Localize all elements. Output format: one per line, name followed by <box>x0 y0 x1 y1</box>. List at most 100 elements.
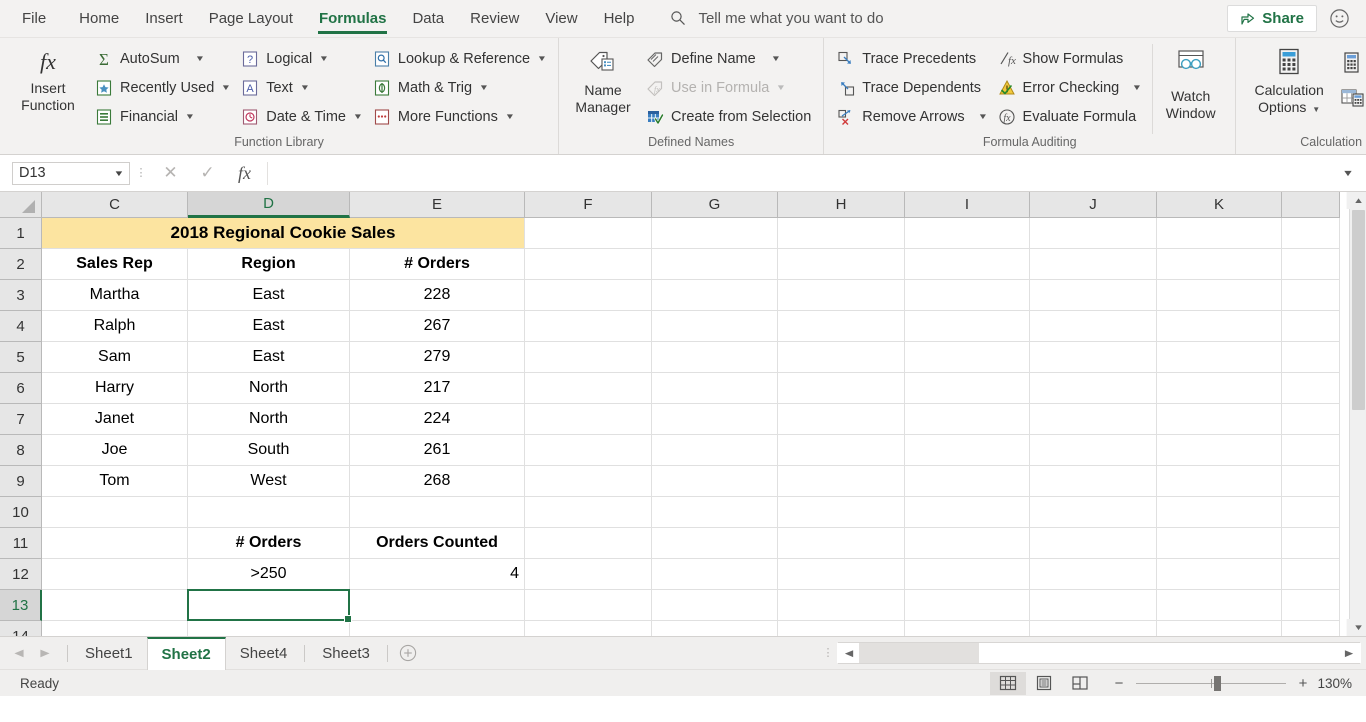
cell-F13[interactable] <box>525 590 652 621</box>
define-name-button[interactable]: Define Name ▼ <box>640 44 816 73</box>
chevron-down-icon[interactable]: ▼ <box>353 112 363 121</box>
cell-E4[interactable]: 267 <box>350 311 525 342</box>
vertical-scrollbar[interactable]: ▲ ▼ <box>1346 192 1366 636</box>
cell-F6[interactable] <box>525 373 652 404</box>
cell-K6[interactable] <box>1157 373 1282 404</box>
cell-I11[interactable] <box>905 528 1030 559</box>
cell-J6[interactable] <box>1030 373 1157 404</box>
table-row[interactable]: # Orders Orders Counted <box>42 528 1366 559</box>
cell-partial9[interactable] <box>1282 466 1340 497</box>
cell-J1[interactable] <box>1030 218 1157 249</box>
cell-E13[interactable] <box>350 590 525 621</box>
horizontal-scroll-thumb[interactable] <box>859 643 979 663</box>
zoom-slider[interactable] <box>1136 675 1286 691</box>
chevron-down-icon[interactable]: ▼ <box>113 169 124 178</box>
cell-C3[interactable]: Martha <box>42 280 188 311</box>
cell-J7[interactable] <box>1030 404 1157 435</box>
table-row[interactable] <box>42 621 1366 636</box>
cell-F11[interactable] <box>525 528 652 559</box>
cell-C4[interactable]: Ralph <box>42 311 188 342</box>
chevron-down-icon[interactable]: ▼ <box>1312 105 1320 114</box>
cell-F3[interactable] <box>525 280 652 311</box>
column-header-D[interactable]: D <box>188 192 350 218</box>
cell-partial14[interactable] <box>1282 621 1340 636</box>
cell-F1[interactable] <box>525 218 652 249</box>
cell-I9[interactable] <box>905 466 1030 497</box>
cell-partial6[interactable] <box>1282 373 1340 404</box>
cell-D14[interactable] <box>188 621 350 636</box>
cell-C14[interactable] <box>42 621 188 636</box>
sheet-tab-sheet4[interactable]: Sheet4 <box>226 637 302 669</box>
cell-I4[interactable] <box>905 311 1030 342</box>
menu-tab-file[interactable]: File <box>0 0 66 38</box>
cell-J9[interactable] <box>1030 466 1157 497</box>
cell-E10[interactable] <box>350 497 525 528</box>
cell-D5[interactable]: East <box>188 342 350 373</box>
cell-I2[interactable] <box>905 249 1030 280</box>
scroll-left-icon[interactable]: ◀ <box>837 643 861 663</box>
vertical-scroll-thumb[interactable] <box>1351 210 1365 410</box>
cell-G5[interactable] <box>652 342 778 373</box>
cell-H3[interactable] <box>778 280 905 311</box>
cell-G7[interactable] <box>652 404 778 435</box>
math-trig-button[interactable]: Math & Trig ▼ <box>367 73 551 102</box>
cell-C7[interactable]: Janet <box>42 404 188 435</box>
cell-K8[interactable] <box>1157 435 1282 466</box>
cell-I5[interactable] <box>905 342 1030 373</box>
cell-C12[interactable] <box>42 559 188 590</box>
table-row[interactable]: Sam East 279 <box>42 342 1366 373</box>
column-header-partial[interactable] <box>1282 192 1340 218</box>
chevron-down-icon[interactable]: ▼ <box>185 112 195 121</box>
row-header-3[interactable]: 3 <box>0 280 42 311</box>
error-checking-button[interactable]: Error Checking ▼ <box>992 73 1147 102</box>
cell-D7[interactable]: North <box>188 404 350 435</box>
row-header-13[interactable]: 13 <box>0 590 42 621</box>
cell-H5[interactable] <box>778 342 905 373</box>
cell-D12[interactable]: >250 <box>188 559 350 590</box>
cell-G4[interactable] <box>652 311 778 342</box>
cell-F12[interactable] <box>525 559 652 590</box>
column-header-F[interactable]: F <box>525 192 652 218</box>
cell-K3[interactable] <box>1157 280 1282 311</box>
cell-D11[interactable]: # Orders <box>188 528 350 559</box>
cell-H9[interactable] <box>778 466 905 497</box>
cell-F14[interactable] <box>525 621 652 636</box>
add-sheet-icon[interactable] <box>391 644 425 662</box>
zoom-in-button[interactable]: + <box>1296 675 1310 692</box>
watch-window-button[interactable]: Watch Window <box>1152 44 1228 134</box>
cell-K14[interactable] <box>1157 621 1282 636</box>
cell-G3[interactable] <box>652 280 778 311</box>
cell-D10[interactable] <box>188 497 350 528</box>
cell-J3[interactable] <box>1030 280 1157 311</box>
merged-title-cell[interactable]: 2018 Regional Cookie Sales <box>42 218 525 249</box>
cell-I8[interactable] <box>905 435 1030 466</box>
table-row[interactable]: Harry North 217 <box>42 373 1366 404</box>
cell-J10[interactable] <box>1030 497 1157 528</box>
cell-I10[interactable] <box>905 497 1030 528</box>
expand-formula-bar-button[interactable]: ▼ <box>1331 168 1365 178</box>
menu-tab-view[interactable]: View <box>532 0 590 38</box>
use-in-formula-button[interactable]: fx Use in Formula ▼ <box>640 73 816 102</box>
cell-C9[interactable]: Tom <box>42 466 188 497</box>
cell-J5[interactable] <box>1030 342 1157 373</box>
cell-G2[interactable] <box>652 249 778 280</box>
row-header-1[interactable]: 1 <box>0 218 42 249</box>
lookup-reference-button[interactable]: Lookup & Reference ▼ <box>367 44 551 73</box>
scroll-down-icon[interactable]: ▼ <box>1346 619 1366 636</box>
column-header-J[interactable]: J <box>1030 192 1157 218</box>
cell-F4[interactable] <box>525 311 652 342</box>
cell-H2[interactable] <box>778 249 905 280</box>
cell-E6[interactable]: 217 <box>350 373 525 404</box>
cell-D3[interactable]: East <box>188 280 350 311</box>
zoom-out-button[interactable]: − <box>1112 675 1126 692</box>
cell-E2[interactable]: # Orders <box>350 249 525 280</box>
cell-C6[interactable]: Harry <box>42 373 188 404</box>
row-header-2[interactable]: 2 <box>0 249 42 280</box>
recently-used-button[interactable]: Recently Used ▼ <box>89 73 235 102</box>
row-header-10[interactable]: 10 <box>0 497 42 528</box>
more-functions-button[interactable]: More Functions ▼ <box>367 102 551 131</box>
chevron-down-icon[interactable]: ▼ <box>505 112 515 121</box>
cell-D13[interactable] <box>188 590 350 621</box>
cell-J13[interactable] <box>1030 590 1157 621</box>
chevron-down-icon[interactable]: ▼ <box>770 54 780 63</box>
